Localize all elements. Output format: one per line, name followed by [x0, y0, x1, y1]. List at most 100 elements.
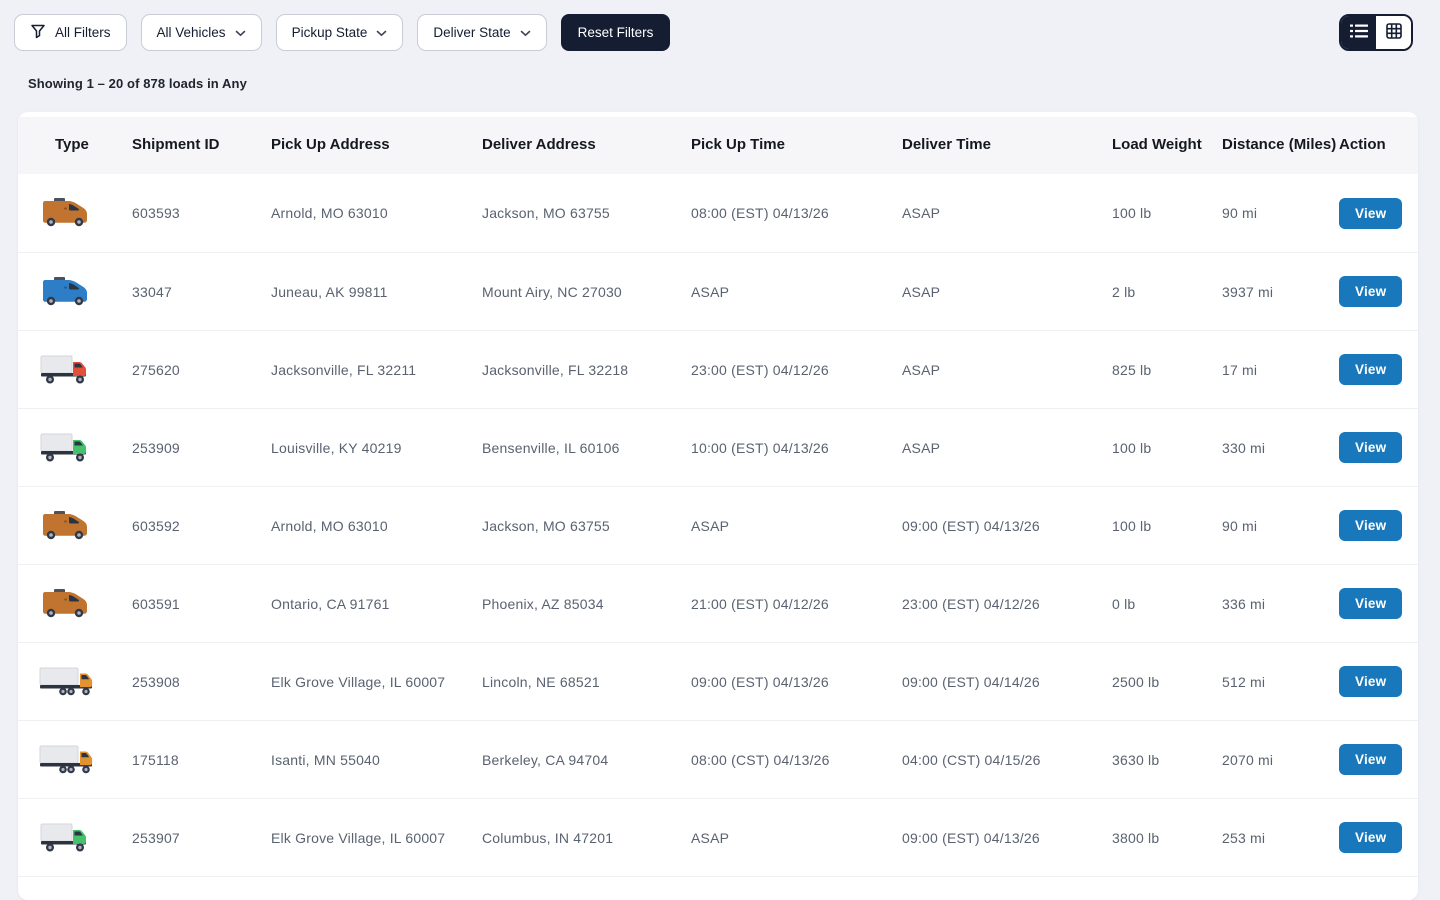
view-button[interactable]: View [1339, 276, 1402, 307]
cargo-van-orange-icon [38, 195, 132, 231]
table-header-row: Type Shipment ID Pick Up Address Deliver… [18, 117, 1418, 174]
pickup-time: 21:00 (EST) 04/12/26 [691, 596, 902, 612]
action-cell: View [1339, 276, 1402, 307]
view-mode-toggle [1339, 14, 1413, 51]
pickup-time: 08:00 (EST) 04/13/26 [691, 205, 902, 221]
list-icon [1350, 24, 1368, 41]
action-cell: View [1339, 354, 1402, 385]
pickup-address: Ontario, CA 91761 [271, 596, 482, 612]
view-button[interactable]: View [1339, 588, 1402, 619]
shipment-id: 275620 [132, 362, 271, 378]
column-header-load-weight: Load Weight [1112, 136, 1222, 155]
deliver-time: ASAP [902, 362, 1112, 378]
deliver-address: Bensenville, IL 60106 [482, 440, 691, 456]
deliver-time: ASAP [902, 205, 1112, 221]
pickup-address: Arnold, MO 63010 [271, 205, 482, 221]
deliver-state-dropdown[interactable]: Deliver State [417, 14, 546, 51]
distance: 512 mi [1222, 674, 1339, 690]
deliver-time: 04:00 (CST) 04/15/26 [902, 752, 1112, 768]
table-row: 175118Isanti, MN 55040Berkeley, CA 94704… [18, 720, 1418, 798]
box-truck-green-icon [38, 820, 132, 856]
load-weight: 0 lb [1112, 596, 1222, 612]
filters-toolbar: All Filters All Vehicles Pickup State De… [14, 14, 1413, 51]
view-button[interactable]: View [1339, 822, 1402, 853]
action-cell: View [1339, 510, 1402, 541]
deliver-state-dropdown-label: Deliver State [433, 25, 510, 40]
deliver-address: Mount Airy, NC 27030 [482, 284, 691, 300]
deliver-address: Lincoln, NE 68521 [482, 674, 691, 690]
distance: 336 mi [1222, 596, 1339, 612]
pickup-address: Louisville, KY 40219 [271, 440, 482, 456]
action-cell: View [1339, 588, 1402, 619]
loads-table-card: Type Shipment ID Pick Up Address Deliver… [18, 112, 1418, 900]
distance: 253 mi [1222, 830, 1339, 846]
pickup-time: 10:00 (EST) 04/13/26 [691, 440, 902, 456]
load-weight: 100 lb [1112, 518, 1222, 534]
deliver-time: 09:00 (EST) 04/13/26 [902, 830, 1112, 846]
semi-truck-orange-icon [38, 742, 132, 778]
deliver-address: Berkeley, CA 94704 [482, 752, 691, 768]
pickup-address: Elk Grove Village, IL 60007 [271, 674, 482, 690]
view-button[interactable]: View [1339, 432, 1402, 463]
load-weight: 2500 lb [1112, 674, 1222, 690]
all-filters-button[interactable]: All Filters [14, 14, 127, 51]
table-row: 603593Arnold, MO 63010Jackson, MO 637550… [18, 174, 1418, 252]
view-button[interactable]: View [1339, 510, 1402, 541]
column-header-pickup-address: Pick Up Address [271, 136, 482, 155]
shipment-id: 603593 [132, 205, 271, 221]
deliver-address: Jackson, MO 63755 [482, 205, 691, 221]
table-row: 603591Ontario, CA 91761Phoenix, AZ 85034… [18, 564, 1418, 642]
grid-icon [1386, 23, 1402, 42]
vehicles-dropdown[interactable]: All Vehicles [141, 14, 262, 51]
table-row: 603592Arnold, MO 63010Jackson, MO 63755A… [18, 486, 1418, 564]
column-header-pickup-time: Pick Up Time [691, 136, 902, 155]
view-button[interactable]: View [1339, 354, 1402, 385]
chevron-down-icon [520, 25, 531, 40]
cargo-van-blue-icon [38, 274, 132, 310]
deliver-address: Jackson, MO 63755 [482, 518, 691, 534]
action-cell: View [1339, 666, 1402, 697]
reset-filters-button[interactable]: Reset Filters [561, 14, 671, 51]
distance: 3937 mi [1222, 284, 1339, 300]
view-button[interactable]: View [1339, 744, 1402, 775]
deliver-address: Jacksonville, FL 32218 [482, 362, 691, 378]
deliver-time: 09:00 (EST) 04/13/26 [902, 518, 1112, 534]
distance: 330 mi [1222, 440, 1339, 456]
table-row: 33047Juneau, AK 99811Mount Airy, NC 2703… [18, 252, 1418, 330]
pickup-address: Elk Grove Village, IL 60007 [271, 830, 482, 846]
pickup-time: 08:00 (CST) 04/13/26 [691, 752, 902, 768]
results-summary: Showing 1 – 20 of 878 loads in Any [28, 76, 247, 91]
grid-view-button[interactable] [1376, 16, 1411, 49]
distance: 2070 mi [1222, 752, 1339, 768]
load-weight: 100 lb [1112, 205, 1222, 221]
action-cell: View [1339, 198, 1402, 229]
deliver-address: Columbus, IN 47201 [482, 830, 691, 846]
action-cell: View [1339, 432, 1402, 463]
shipment-id: 253907 [132, 830, 271, 846]
deliver-address: Phoenix, AZ 85034 [482, 596, 691, 612]
pickup-time: 23:00 (EST) 04/12/26 [691, 362, 902, 378]
semi-truck-orange-icon [38, 664, 132, 700]
table-row: 253908Elk Grove Village, IL 60007Lincoln… [18, 642, 1418, 720]
column-header-shipment-id: Shipment ID [132, 136, 271, 155]
filter-funnel-icon [30, 23, 46, 42]
pickup-state-dropdown-label: Pickup State [292, 25, 368, 40]
list-view-button[interactable] [1341, 16, 1376, 49]
shipment-id: 603592 [132, 518, 271, 534]
view-button[interactable]: View [1339, 666, 1402, 697]
deliver-time: 23:00 (EST) 04/12/26 [902, 596, 1112, 612]
pickup-time: 09:00 (EST) 04/13/26 [691, 674, 902, 690]
pickup-time: ASAP [691, 830, 902, 846]
load-weight: 100 lb [1112, 440, 1222, 456]
pickup-address: Arnold, MO 63010 [271, 518, 482, 534]
action-cell: View [1339, 744, 1402, 775]
column-header-distance: Distance (Miles) [1222, 136, 1339, 155]
vehicles-dropdown-label: All Vehicles [157, 25, 226, 40]
table-row: 253907Elk Grove Village, IL 60007Columbu… [18, 798, 1418, 876]
shipment-id: 253909 [132, 440, 271, 456]
pickup-address: Juneau, AK 99811 [271, 284, 482, 300]
deliver-time: ASAP [902, 284, 1112, 300]
pickup-state-dropdown[interactable]: Pickup State [276, 14, 404, 51]
column-header-action: Action [1339, 136, 1400, 155]
view-button[interactable]: View [1339, 198, 1402, 229]
